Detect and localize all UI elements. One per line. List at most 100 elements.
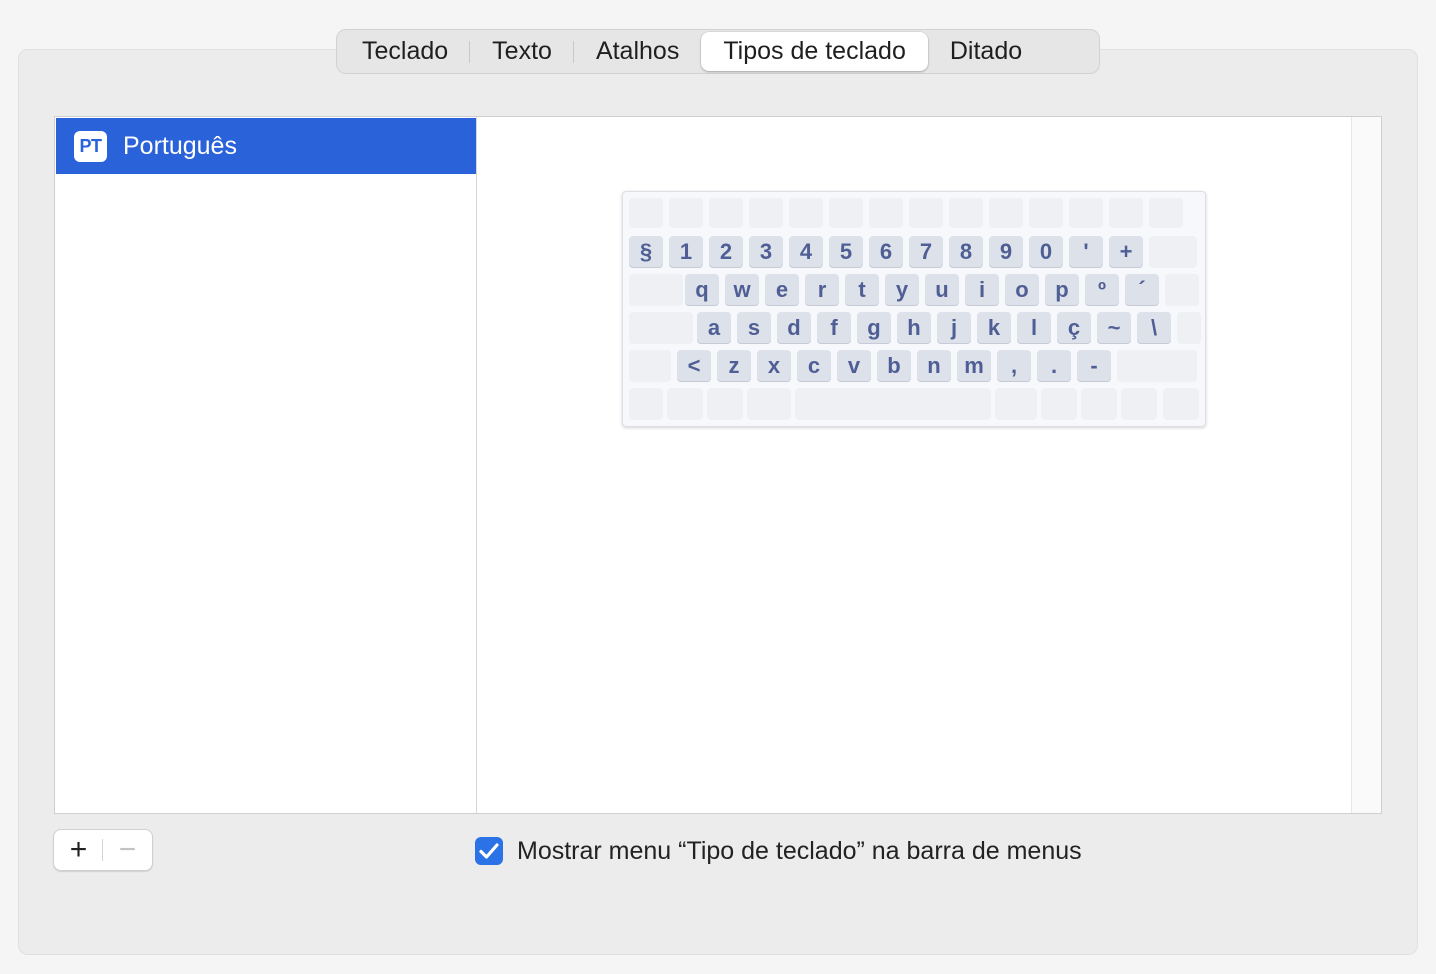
keyboard-key: , bbox=[997, 350, 1031, 382]
keyboard-key: 6 bbox=[869, 236, 903, 268]
tab-ditado[interactable]: Ditado bbox=[928, 32, 1044, 71]
keyboard-key-blank bbox=[747, 388, 791, 420]
keyboard-key: 5 bbox=[829, 236, 863, 268]
keyboard-key: º bbox=[1085, 274, 1119, 306]
keyboard-key-blank bbox=[909, 198, 943, 228]
add-remove-control: + − bbox=[53, 829, 153, 871]
keyboard-key: k bbox=[977, 312, 1011, 344]
keyboard-layout-preview: § 1 2 3 4 5 6 7 8 9 0 ' + q w e r t y u i o p º ´ a s d f g h j k l ç ~ \ < z x… bbox=[622, 191, 1206, 427]
keyboard-key: y bbox=[885, 274, 919, 306]
input-source-row-portugues[interactable]: PT Português bbox=[56, 118, 476, 174]
keyboard-key-blank bbox=[669, 198, 703, 228]
keyboard-key-blank bbox=[829, 198, 863, 228]
preview-scrollbar[interactable] bbox=[1351, 117, 1381, 813]
keyboard-key: t bbox=[845, 274, 879, 306]
keyboard-key: f bbox=[817, 312, 851, 344]
keyboard-key-blank bbox=[1177, 312, 1201, 344]
tab-bar: Teclado Texto Atalhos Tipos de teclado D… bbox=[336, 29, 1100, 74]
input-sources-frame: PT Português § 1 2 3 4 5 6 7 8 9 0 ' + q w e r t y u i o p º ´ a s… bbox=[54, 116, 1382, 814]
keyboard-key-blank bbox=[709, 198, 743, 228]
keyboard-key: g bbox=[857, 312, 891, 344]
keyboard-key: 7 bbox=[909, 236, 943, 268]
keyboard-key-blank bbox=[629, 198, 663, 228]
keyboard-key-blank bbox=[1117, 350, 1197, 382]
add-input-source-button[interactable]: + bbox=[54, 830, 103, 870]
keyboard-key: q bbox=[685, 274, 719, 306]
keyboard-key: n bbox=[917, 350, 951, 382]
keyboard-key-blank bbox=[667, 388, 703, 420]
keyboard-key-blank bbox=[949, 198, 983, 228]
keyboard-key: ç bbox=[1057, 312, 1091, 344]
keyboard-key-blank bbox=[795, 388, 991, 420]
keyboard-key: ~ bbox=[1097, 312, 1131, 344]
keyboard-key: d bbox=[777, 312, 811, 344]
keyboard-key-blank bbox=[629, 312, 693, 344]
keyboard-key: h bbox=[897, 312, 931, 344]
keyboard-key-blank bbox=[1029, 198, 1063, 228]
keyboard-key: z bbox=[717, 350, 751, 382]
show-menu-label: Mostrar menu “Tipo de teclado” na barra … bbox=[517, 836, 1082, 865]
keyboard-key: l bbox=[1017, 312, 1051, 344]
keyboard-key: 1 bbox=[669, 236, 703, 268]
keyboard-key: 0 bbox=[1029, 236, 1063, 268]
remove-input-source-button[interactable]: − bbox=[103, 830, 152, 870]
keyboard-key: j bbox=[937, 312, 971, 344]
keyboard-key: b bbox=[877, 350, 911, 382]
keyboard-key: < bbox=[677, 350, 711, 382]
show-menu-checkbox[interactable] bbox=[475, 837, 503, 865]
keyboard-key: 9 bbox=[989, 236, 1023, 268]
keyboard-key: \ bbox=[1137, 312, 1171, 344]
keyboard-key: ' bbox=[1069, 236, 1103, 268]
keyboard-key-blank bbox=[1121, 388, 1157, 420]
keyboard-key-blank bbox=[1149, 198, 1183, 228]
input-source-list: PT Português bbox=[55, 117, 477, 813]
input-source-label: Português bbox=[123, 131, 237, 160]
keyboard-key-blank bbox=[629, 350, 671, 382]
keyboard-key: e bbox=[765, 274, 799, 306]
keyboard-key-blank bbox=[869, 198, 903, 228]
language-badge-icon: PT bbox=[74, 130, 107, 162]
tab-atalhos[interactable]: Atalhos bbox=[574, 32, 701, 71]
keyboard-key-blank bbox=[1041, 388, 1077, 420]
keyboard-key: . bbox=[1037, 350, 1071, 382]
tab-tipos-de-teclado[interactable]: Tipos de teclado bbox=[701, 32, 928, 71]
keyboard-key: p bbox=[1045, 274, 1079, 306]
keyboard-key-blank bbox=[629, 274, 683, 306]
keyboard-key: c bbox=[797, 350, 831, 382]
keyboard-key-blank bbox=[1081, 388, 1117, 420]
keyboard-key: § bbox=[629, 236, 663, 268]
keyboard-key-blank bbox=[1165, 274, 1199, 306]
keyboard-key: ´ bbox=[1125, 274, 1159, 306]
keyboard-key-blank bbox=[749, 198, 783, 228]
keyboard-key-blank bbox=[1069, 198, 1103, 228]
tab-teclado[interactable]: Teclado bbox=[340, 32, 471, 71]
keyboard-key: 3 bbox=[749, 236, 783, 268]
keyboard-key: 2 bbox=[709, 236, 743, 268]
keyboard-key-blank bbox=[1109, 198, 1143, 228]
keyboard-key: o bbox=[1005, 274, 1039, 306]
keyboard-key-blank bbox=[707, 388, 743, 420]
keyboard-key: 4 bbox=[789, 236, 823, 268]
keyboard-key: x bbox=[757, 350, 791, 382]
keyboard-key-blank bbox=[989, 198, 1023, 228]
keyboard-key: s bbox=[737, 312, 771, 344]
keyboard-key: + bbox=[1109, 236, 1143, 268]
keyboard-key: i bbox=[965, 274, 999, 306]
keyboard-key: - bbox=[1077, 350, 1111, 382]
keyboard-key: r bbox=[805, 274, 839, 306]
keyboard-key-blank bbox=[1163, 388, 1199, 420]
keyboard-key-blank bbox=[629, 388, 663, 420]
tab-texto[interactable]: Texto bbox=[470, 32, 574, 71]
keyboard-key-blank bbox=[995, 388, 1037, 420]
keyboard-key: u bbox=[925, 274, 959, 306]
keyboard-key-blank bbox=[789, 198, 823, 228]
show-menu-option[interactable]: Mostrar menu “Tipo de teclado” na barra … bbox=[475, 836, 1082, 866]
keyboard-key: a bbox=[697, 312, 731, 344]
keyboard-key: v bbox=[837, 350, 871, 382]
keyboard-key: m bbox=[957, 350, 991, 382]
keyboard-key: 8 bbox=[949, 236, 983, 268]
checkmark-icon bbox=[479, 843, 499, 859]
keyboard-key-blank bbox=[1149, 236, 1197, 268]
keyboard-preview-area: § 1 2 3 4 5 6 7 8 9 0 ' + q w e r t y u i o p º ´ a s d f g h j k l ç ~ \ < z x… bbox=[477, 117, 1351, 813]
keyboard-key: w bbox=[725, 274, 759, 306]
